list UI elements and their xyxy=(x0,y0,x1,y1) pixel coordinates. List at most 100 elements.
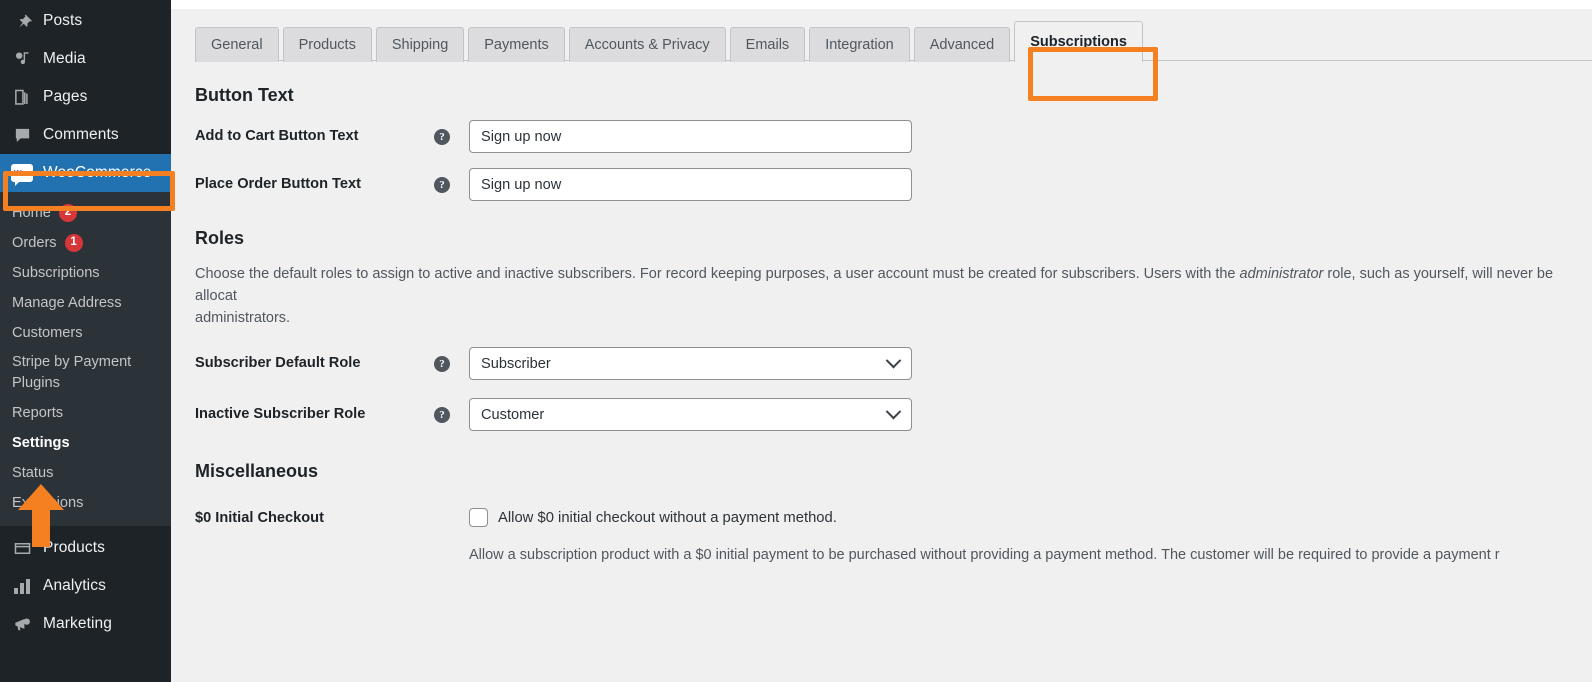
submenu-item-home[interactable]: Home 2 xyxy=(0,198,171,228)
inactive-subscriber-role-label: Inactive Subscriber Role xyxy=(195,406,366,422)
tab-products[interactable]: Products xyxy=(282,27,372,62)
submenu-item-orders[interactable]: Orders 1 xyxy=(0,228,171,258)
roles-heading: Roles xyxy=(195,228,245,248)
submenu-item-settings[interactable]: Settings xyxy=(0,428,171,458)
megaphone-icon xyxy=(11,613,33,635)
comments-icon xyxy=(11,124,33,146)
zero-initial-checkout-control: Allow $0 initial checkout without a paym… xyxy=(469,502,1592,567)
tab-subscriptions[interactable]: Subscriptions xyxy=(1014,21,1143,62)
subscriber-default-role-label: Subscriber Default Role xyxy=(195,355,361,371)
sidebar-item-posts[interactable]: Posts xyxy=(0,2,171,40)
sidebar-item-comments[interactable]: Comments xyxy=(0,116,171,154)
woocommerce-icon: Woo xyxy=(11,162,33,186)
orders-count-badge: 1 xyxy=(64,234,83,252)
help-icon[interactable]: ? xyxy=(434,129,450,145)
roles-description-emphasis: administrator xyxy=(1239,266,1324,282)
submenu-item-label: Orders xyxy=(12,235,57,251)
tab-general[interactable]: General xyxy=(195,27,279,62)
submenu-item-label: Subscriptions xyxy=(12,265,100,281)
help-icon[interactable]: ? xyxy=(434,407,450,423)
roles-description-line2: administrators. xyxy=(195,310,291,326)
submenu-item-reports[interactable]: Reports xyxy=(0,398,171,428)
submenu-item-label: Manage Address xyxy=(12,295,122,311)
roles-description-part1: Choose the default roles to assign to ac… xyxy=(195,266,1240,282)
button-text-heading: Button Text xyxy=(195,85,294,105)
submenu-item-label: Extensions xyxy=(12,495,84,511)
sidebar-item-pages[interactable]: Pages xyxy=(0,78,171,116)
field-subscriber-default-role: Subscriber Default Role ? Subscriber xyxy=(195,347,1592,381)
add-to-cart-control xyxy=(469,120,1592,153)
inactive-subscriber-role-value: Customer xyxy=(481,406,545,423)
subscriber-default-role-select[interactable]: Subscriber xyxy=(469,347,912,380)
field-inactive-subscriber-role: Inactive Subscriber Role ? Customer xyxy=(195,398,1592,432)
add-to-cart-input[interactable] xyxy=(469,120,912,153)
tab-emails[interactable]: Emails xyxy=(729,27,806,62)
submenu-item-stripe-by-payment-plugins[interactable]: Stripe by Payment Plugins xyxy=(0,348,171,398)
submenu-item-manage-address[interactable]: Manage Address xyxy=(0,288,171,318)
settings-tabs: General Products Shipping Payments Accou… xyxy=(195,21,1592,62)
chevron-down-icon xyxy=(885,352,902,369)
sidebar-item-marketing[interactable]: Marketing xyxy=(0,605,171,643)
settings-tabs-bar: General Products Shipping Payments Accou… xyxy=(171,9,1592,62)
zero-initial-checkout-check-row: Allow $0 initial checkout without a paym… xyxy=(469,502,1592,528)
miscellaneous-heading: Miscellaneous xyxy=(195,461,319,481)
submenu-item-extensions[interactable]: Extensions xyxy=(0,488,171,518)
zero-initial-checkout-checkbox-label: Allow $0 initial checkout without a paym… xyxy=(498,510,837,526)
sidebar-item-label: Marketing xyxy=(43,615,112,632)
top-spacer xyxy=(171,0,1592,9)
subscriber-default-role-value: Subscriber xyxy=(481,355,551,372)
sidebar-item-label: WooCommerce xyxy=(43,164,152,181)
submenu-item-customers[interactable]: Customers xyxy=(0,318,171,348)
sidebar-item-label: Pages xyxy=(43,88,88,105)
inactive-subscriber-role-control: Customer xyxy=(469,398,1592,431)
submenu-item-label: Customers xyxy=(12,325,83,341)
submenu-item-label: Status xyxy=(12,465,54,481)
media-icon xyxy=(11,48,33,70)
submenu-item-subscriptions[interactable]: Subscriptions xyxy=(0,258,171,288)
place-order-label: Place Order Button Text xyxy=(195,176,361,192)
sidebar-top-menu: Posts Media Pages Comments Woo WooCommer… xyxy=(0,0,171,192)
sidebar-item-label: Posts xyxy=(43,12,83,29)
screen-root: Posts Media Pages Comments Woo WooCommer… xyxy=(0,0,1592,682)
woocommerce-submenu: Home 2 Orders 1 Subscriptions Manage Add… xyxy=(0,192,171,526)
submenu-item-label: Settings xyxy=(12,435,70,451)
help-icon[interactable]: ? xyxy=(434,356,450,372)
inactive-subscriber-role-select[interactable]: Customer xyxy=(469,398,912,431)
submenu-item-label: Home xyxy=(12,205,51,221)
zero-initial-checkout-checkbox[interactable] xyxy=(469,508,488,527)
chevron-down-icon xyxy=(885,403,902,420)
sidebar-item-label: Comments xyxy=(43,126,119,143)
sidebar-item-analytics[interactable]: Analytics xyxy=(0,567,171,605)
tab-advanced[interactable]: Advanced xyxy=(913,27,1011,62)
roles-description: Choose the default roles to assign to ac… xyxy=(195,263,1592,329)
sidebar-item-products[interactable]: Products xyxy=(0,529,171,567)
tab-accounts-privacy[interactable]: Accounts & Privacy xyxy=(568,27,726,62)
submenu-item-status[interactable]: Status xyxy=(0,458,171,488)
subscriber-default-role-control: Subscriber xyxy=(469,347,1592,380)
home-count-badge: 2 xyxy=(58,204,77,222)
tab-integration[interactable]: Integration xyxy=(809,27,910,62)
field-zero-initial-checkout: $0 Initial Checkout Allow $0 initial che… xyxy=(195,502,1592,567)
tab-payments[interactable]: Payments xyxy=(468,27,565,62)
sidebar-item-label: Products xyxy=(43,539,105,556)
pages-icon xyxy=(11,86,33,108)
admin-sidebar: Posts Media Pages Comments Woo WooCommer… xyxy=(0,0,171,682)
place-order-input[interactable] xyxy=(469,168,912,201)
sidebar-item-media[interactable]: Media xyxy=(0,40,171,78)
main-content: General Products Shipping Payments Accou… xyxy=(171,0,1592,682)
field-add-to-cart-button-text: Add to Cart Button Text ? xyxy=(195,120,1592,154)
subscriptions-settings-panel: Button Text Add to Cart Button Text ? Pl… xyxy=(171,61,1592,567)
sidebar-item-woocommerce[interactable]: Woo WooCommerce xyxy=(0,154,171,192)
woo-badge-label: Woo xyxy=(11,164,33,186)
submenu-item-label: Stripe by Payment Plugins xyxy=(12,354,132,391)
help-icon[interactable]: ? xyxy=(434,177,450,193)
add-to-cart-label: Add to Cart Button Text xyxy=(195,128,359,144)
zero-initial-checkout-help-text: Allow a subscription product with a $0 i… xyxy=(469,547,1500,563)
bar-chart-bars xyxy=(14,578,30,594)
sidebar-item-label: Analytics xyxy=(43,577,106,594)
submenu-item-label: Reports xyxy=(12,405,64,421)
tab-shipping[interactable]: Shipping xyxy=(375,27,465,62)
sidebar-item-label: Media xyxy=(43,50,86,67)
zero-initial-checkout-label: $0 Initial Checkout xyxy=(195,510,324,526)
field-place-order-button-text: Place Order Button Text ? xyxy=(195,168,1592,202)
